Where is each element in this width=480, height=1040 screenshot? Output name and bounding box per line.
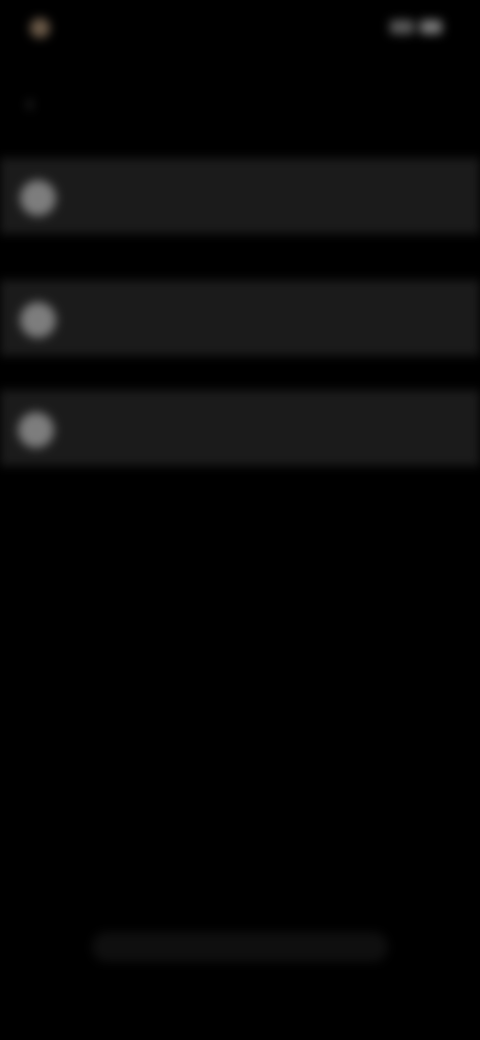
circle-icon [18,412,54,448]
back-arrow-icon[interactable]: ‹ [18,92,42,116]
battery-icon [420,20,442,34]
status-bar [0,0,480,60]
list-item-3[interactable] [0,390,480,466]
status-left [30,18,60,38]
list-item-1[interactable] [0,158,480,234]
header: ‹ [0,70,480,140]
circle-icon [20,180,56,216]
bottom-action-bar[interactable] [92,932,388,962]
status-right [390,20,442,34]
circle-icon [20,302,56,338]
list-item-2[interactable] [0,280,480,356]
app-indicator-icon [30,18,50,38]
signal-icon [390,20,414,34]
